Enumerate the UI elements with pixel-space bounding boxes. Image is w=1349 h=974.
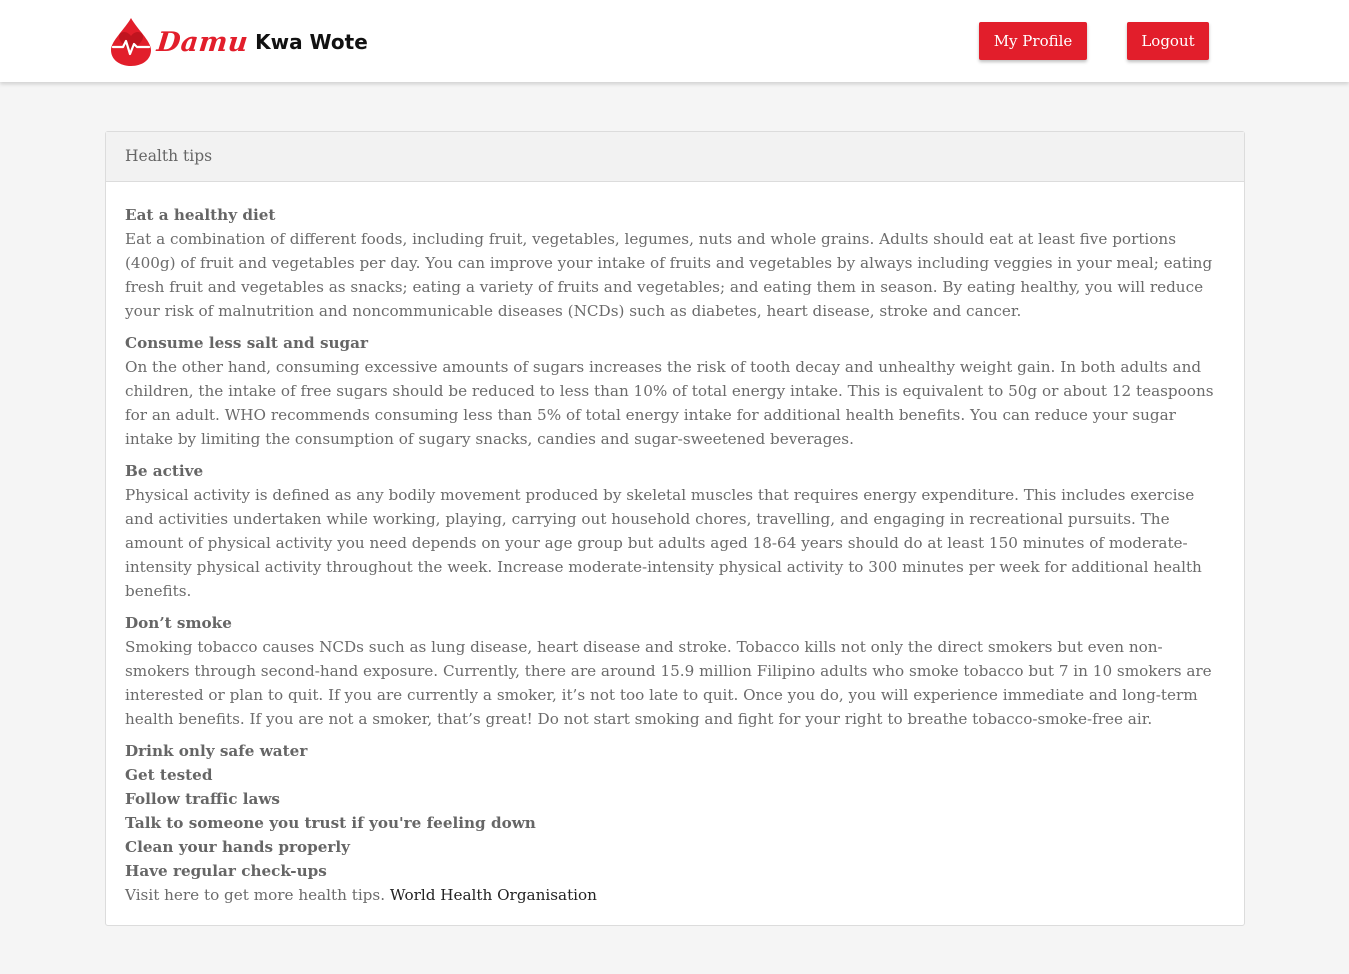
card-body: Eat a healthy diet Eat a combination of …: [106, 182, 1244, 907]
footer-text: Visit here to get more health tips.: [125, 886, 386, 904]
health-tips-card: Health tips Eat a healthy diet Eat a com…: [105, 131, 1245, 926]
my-profile-button[interactable]: My Profile: [979, 22, 1087, 60]
who-link[interactable]: World Health Organisation: [390, 886, 597, 904]
tip-item: Be active Physical activity is defined a…: [125, 459, 1225, 603]
short-tip: Follow traffic laws: [125, 790, 280, 808]
tip-text: Physical activity is defined as any bodi…: [125, 486, 1202, 600]
top-navbar: Damu Kwa Wote My Profile Logout: [0, 0, 1349, 82]
short-tip: Drink only safe water: [125, 742, 308, 760]
tip-item: Consume less salt and sugar On the other…: [125, 331, 1225, 451]
tip-title: Don’t smoke: [125, 614, 232, 632]
tip-title: Consume less salt and sugar: [125, 334, 368, 352]
brand-name-text: Kwa Wote: [255, 30, 368, 54]
tip-item: Don’t smoke Smoking tobacco causes NCDs …: [125, 611, 1225, 731]
tip-title: Eat a healthy diet: [125, 206, 276, 224]
tip-title: Be active: [125, 462, 204, 480]
tip-text: Smoking tobacco causes NCDs such as lung…: [125, 638, 1212, 728]
card-title: Health tips: [106, 132, 1244, 182]
tip-text: Eat a combination of different foods, in…: [125, 230, 1213, 320]
tip-item: Eat a healthy diet Eat a combination of …: [125, 203, 1225, 323]
short-tip: Have regular check-ups: [125, 862, 327, 880]
short-tip: Talk to someone you trust if you're feel…: [125, 814, 536, 832]
short-tip: Get tested: [125, 766, 213, 784]
brand-script-text: Damu: [155, 26, 250, 58]
blood-drop-heartbeat-icon: [111, 18, 151, 66]
logout-button[interactable]: Logout: [1127, 22, 1209, 60]
brand-logo-link[interactable]: Damu Kwa Wote: [109, 17, 368, 67]
footer-line: Visit here to get more health tips. Worl…: [125, 883, 1225, 907]
short-tip: Clean your hands properly: [125, 838, 350, 856]
tip-text: On the other hand, consuming excessive a…: [125, 358, 1214, 448]
